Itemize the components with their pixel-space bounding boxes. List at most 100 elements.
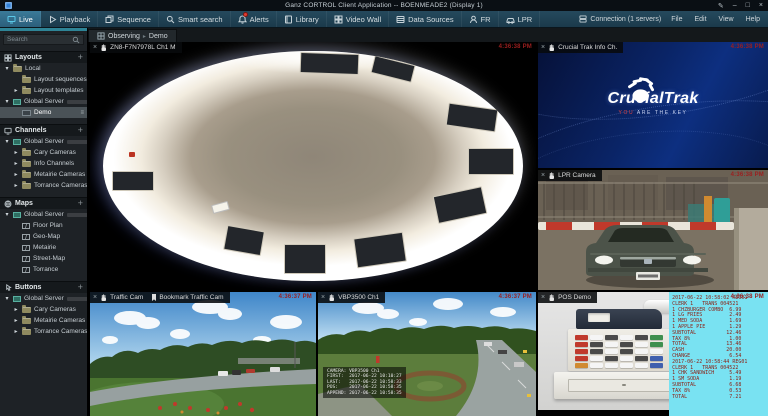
video-tile-vbp3500[interactable]: CAMERA: VBP3500 Ch1FIRST: 2017-06-22 10:… <box>318 292 536 416</box>
section-header-channels[interactable]: Channels + <box>0 124 87 136</box>
add-button-button[interactable]: + <box>78 283 83 292</box>
menu-help[interactable]: Help <box>744 16 762 23</box>
tab-sequence[interactable]: Sequence <box>98 11 159 27</box>
chevron-open-icon[interactable]: ▾ <box>4 65 10 72</box>
sidebar-item-label: Metairie <box>33 244 56 251</box>
tile-header[interactable]: × VBP3500 Ch1 <box>318 292 385 303</box>
tab-library[interactable]: Library <box>277 11 327 27</box>
sidebar-item-metairie[interactable]: Metairie <box>0 242 87 253</box>
menu-view[interactable]: View <box>717 16 736 23</box>
video-tile-crucialtrak[interactable]: CrucialTrak YOU ARE THE KEY × Crucial Tr… <box>538 42 768 168</box>
close-icon[interactable]: × <box>93 45 97 51</box>
video-tile-pos[interactable]: 2017-06-22 10:58:02 REG01CLERK 1 TRANS 0… <box>538 292 768 416</box>
sidebar-item-geo-map[interactable]: Geo-Map <box>0 231 87 242</box>
sidebar-item-layout-sequences[interactable]: Layout sequences <box>0 74 87 85</box>
sidebar-item-floor-plan[interactable]: Floor Plan <box>0 220 87 231</box>
sidebar-item-label: Info Channels <box>34 160 74 167</box>
pin-icon[interactable]: ✎ <box>718 2 724 10</box>
sidebar-item-global-server[interactable]: ▾Global Server <box>0 136 87 147</box>
minimize-button[interactable]: – <box>733 2 737 10</box>
sidebar-item-torrance[interactable]: Torrance <box>0 264 87 275</box>
add-channel-button[interactable]: + <box>78 126 83 135</box>
add-map-button[interactable]: + <box>78 199 83 208</box>
sidebar-item-label: Cary Cameras <box>34 306 76 313</box>
sidebar-item-street-map[interactable]: Street-Map <box>0 253 87 264</box>
channels-icon <box>4 127 12 135</box>
section-header-layouts[interactable]: Layouts + <box>0 51 87 63</box>
menu-edit[interactable]: Edit <box>692 16 708 23</box>
sidebar-item-info-channels[interactable]: ▸ Info Channels <box>0 158 87 169</box>
register-key <box>590 363 603 368</box>
section-header-maps[interactable]: Maps + <box>0 197 87 209</box>
menu-file[interactable]: File <box>669 16 684 23</box>
video-tile-lpr[interactable]: × LPR Camera 4:36:38 PM <box>538 170 768 290</box>
hand-icon[interactable] <box>100 44 107 52</box>
chevron-closed-icon[interactable]: ▸ <box>13 160 19 167</box>
sidebar-item-cary-cameras[interactable]: ▸Cary Cameras <box>0 147 87 158</box>
chevron-closed-icon[interactable]: ▸ <box>13 171 19 178</box>
chevron-open-icon[interactable]: ▾ <box>4 98 10 105</box>
tile-header[interactable]: × ZN8-F7N7978L Ch1 M <box>90 42 182 53</box>
sidebar-item-torrance-cameras[interactable]: ▸Torrance Cameras <box>0 326 87 337</box>
tile-header[interactable]: × Crucial Trak Info Ch. <box>538 42 623 53</box>
close-icon[interactable]: × <box>541 173 545 179</box>
maximize-button[interactable]: □ <box>746 2 750 10</box>
sidebar-item-label: Layout sequences <box>34 76 87 83</box>
chevron-open-icon[interactable]: ▾ <box>4 138 10 145</box>
chevron-open-icon[interactable]: ▾ <box>4 295 10 302</box>
close-icon[interactable]: × <box>321 295 325 301</box>
hand-icon[interactable] <box>328 294 335 302</box>
sidebar-item-global-server[interactable]: ▾Global Server <box>0 209 87 220</box>
chevron-closed-icon[interactable]: ▸ <box>13 317 19 324</box>
tile-header[interactable]: × LPR Camera <box>538 170 602 181</box>
sidebar-item-demo[interactable]: Demo≡ <box>0 107 87 118</box>
close-icon[interactable]: × <box>93 295 97 301</box>
alert-badge <box>243 12 248 17</box>
chevron-closed-icon[interactable]: ▸ <box>13 182 19 189</box>
section-header-buttons[interactable]: Buttons + <box>0 281 87 293</box>
sidebar-item-layout-templates[interactable]: ▸Layout templates <box>0 85 87 96</box>
hand-icon[interactable] <box>100 294 107 302</box>
sidebar-item-local[interactable]: ▾Local <box>0 63 87 74</box>
tab-video-wall[interactable]: Video Wall <box>327 11 389 27</box>
video-tile-traffic[interactable]: × Traffic Cam Bookmark Traffic Cam 4:36:… <box>90 292 316 416</box>
tab-alerts[interactable]: Alerts <box>231 11 277 27</box>
close-button[interactable]: × <box>759 2 763 10</box>
row-menu-icon[interactable]: ≡ <box>80 110 84 116</box>
tab-data-sources[interactable]: Data Sources <box>389 11 461 27</box>
chevron-closed-icon[interactable]: ▸ <box>13 306 19 313</box>
close-icon[interactable]: × <box>541 45 545 51</box>
tab-playback[interactable]: Playback <box>41 11 98 27</box>
chevron-closed-icon[interactable]: ▸ <box>13 149 19 156</box>
sidebar-item-cary-cameras[interactable]: ▸ Cary Cameras <box>0 304 87 315</box>
tile-header[interactable]: × POS Demo <box>538 292 597 303</box>
search-input[interactable]: Search <box>3 34 84 45</box>
hand-icon[interactable] <box>548 44 555 52</box>
hand-icon[interactable] <box>548 172 555 180</box>
chevron-open-icon[interactable]: ▾ <box>4 211 10 218</box>
folder-icon <box>22 307 31 313</box>
add-layout-button[interactable]: + <box>78 53 83 62</box>
close-icon[interactable]: × <box>541 295 545 301</box>
tile-title: Crucial Trak Info Ch. <box>558 44 617 51</box>
bookmark-button[interactable]: Bookmark Traffic Cam <box>151 294 223 302</box>
sidebar-item-metairie-cameras[interactable]: ▸Metairie Cameras <box>0 169 87 180</box>
tab-observing-demo[interactable]: Observing ▸ Demo <box>88 29 177 42</box>
chevron-closed-icon[interactable]: ▸ <box>13 328 19 335</box>
hand-icon[interactable] <box>548 294 555 302</box>
tab-live[interactable]: Live <box>0 11 41 27</box>
sidebar-item-metairie-cameras[interactable]: ▸Metairie Cameras <box>0 315 87 326</box>
connection-status[interactable]: Connection (1 servers) <box>579 15 661 23</box>
tab-smart-search[interactable]: Smart search <box>159 11 231 27</box>
tile-header[interactable]: × Traffic Cam Bookmark Traffic Cam <box>90 292 230 303</box>
map-icon <box>22 234 30 240</box>
sidebar-item-torrance-cameras[interactable]: ▸Torrance Cameras <box>0 180 87 191</box>
tab-fr[interactable]: FR <box>462 11 499 27</box>
sidebar-item-global-server[interactable]: ▾Global Server <box>0 293 87 304</box>
chevron-closed-icon[interactable]: ▸ <box>13 87 19 94</box>
tab-lpr[interactable]: LPR <box>499 11 541 27</box>
sidebar-item-global-server[interactable]: ▾Global Server <box>0 96 87 107</box>
register-key <box>605 342 618 347</box>
video-tile-fisheye[interactable]: × ZN8-F7N7978L Ch1 M 4:36:38 PM <box>90 42 536 290</box>
play-icon <box>48 15 57 24</box>
